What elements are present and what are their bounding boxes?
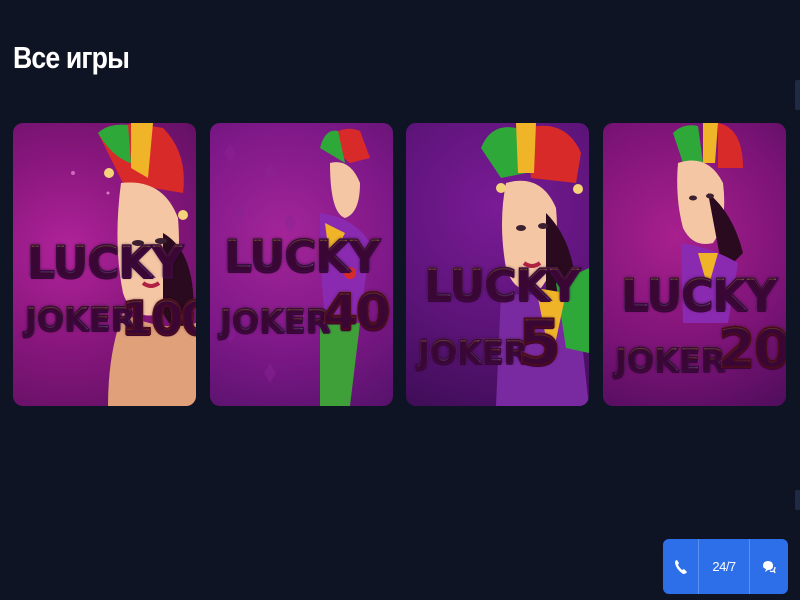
logo-lucky: LUCKY <box>223 231 381 282</box>
chat-icon <box>762 560 776 573</box>
logo-joker: JOKER <box>219 302 331 340</box>
game-card-lucky-joker-20[interactable]: LUCKY JOKER 20 <box>603 123 786 406</box>
game-card-lucky-joker-40[interactable]: LUCKY JOKER 40 <box>210 123 393 406</box>
page: Все игры LUCKY JOKER 10 LUCKY JOKER 40 L… <box>0 0 800 600</box>
logo-number: 20 <box>717 321 786 377</box>
logo-lucky: LUCKY <box>423 260 581 311</box>
logo-lucky: LUCKY <box>26 237 184 288</box>
scroll-indicator-bottom <box>795 490 800 510</box>
logo-joker: JOKER <box>614 341 726 379</box>
support-widget: 24/7 <box>663 539 788 594</box>
chat-support-button[interactable] <box>750 539 788 594</box>
call-support-button[interactable] <box>663 539 700 594</box>
phone-icon <box>674 559 687 574</box>
logo-joker: JOKER <box>24 300 136 338</box>
logo-number: 100 <box>120 294 196 342</box>
games-grid: LUCKY JOKER 100 LU <box>13 123 786 406</box>
support-hours-label[interactable]: 24/7 <box>699 539 750 594</box>
section-title: Все игры <box>13 40 130 75</box>
game-card-lucky-joker-100[interactable]: LUCKY JOKER 100 <box>13 123 196 406</box>
logo-lucky: LUCKY <box>620 270 778 321</box>
game-card-lucky-joker-5[interactable]: LUCKY JOKER 5 <box>406 123 589 406</box>
scroll-indicator-top <box>795 80 800 110</box>
logo-joker: JOKER <box>417 333 529 371</box>
logo-number: 5 <box>517 306 562 379</box>
logo-number: 40 <box>322 283 392 341</box>
